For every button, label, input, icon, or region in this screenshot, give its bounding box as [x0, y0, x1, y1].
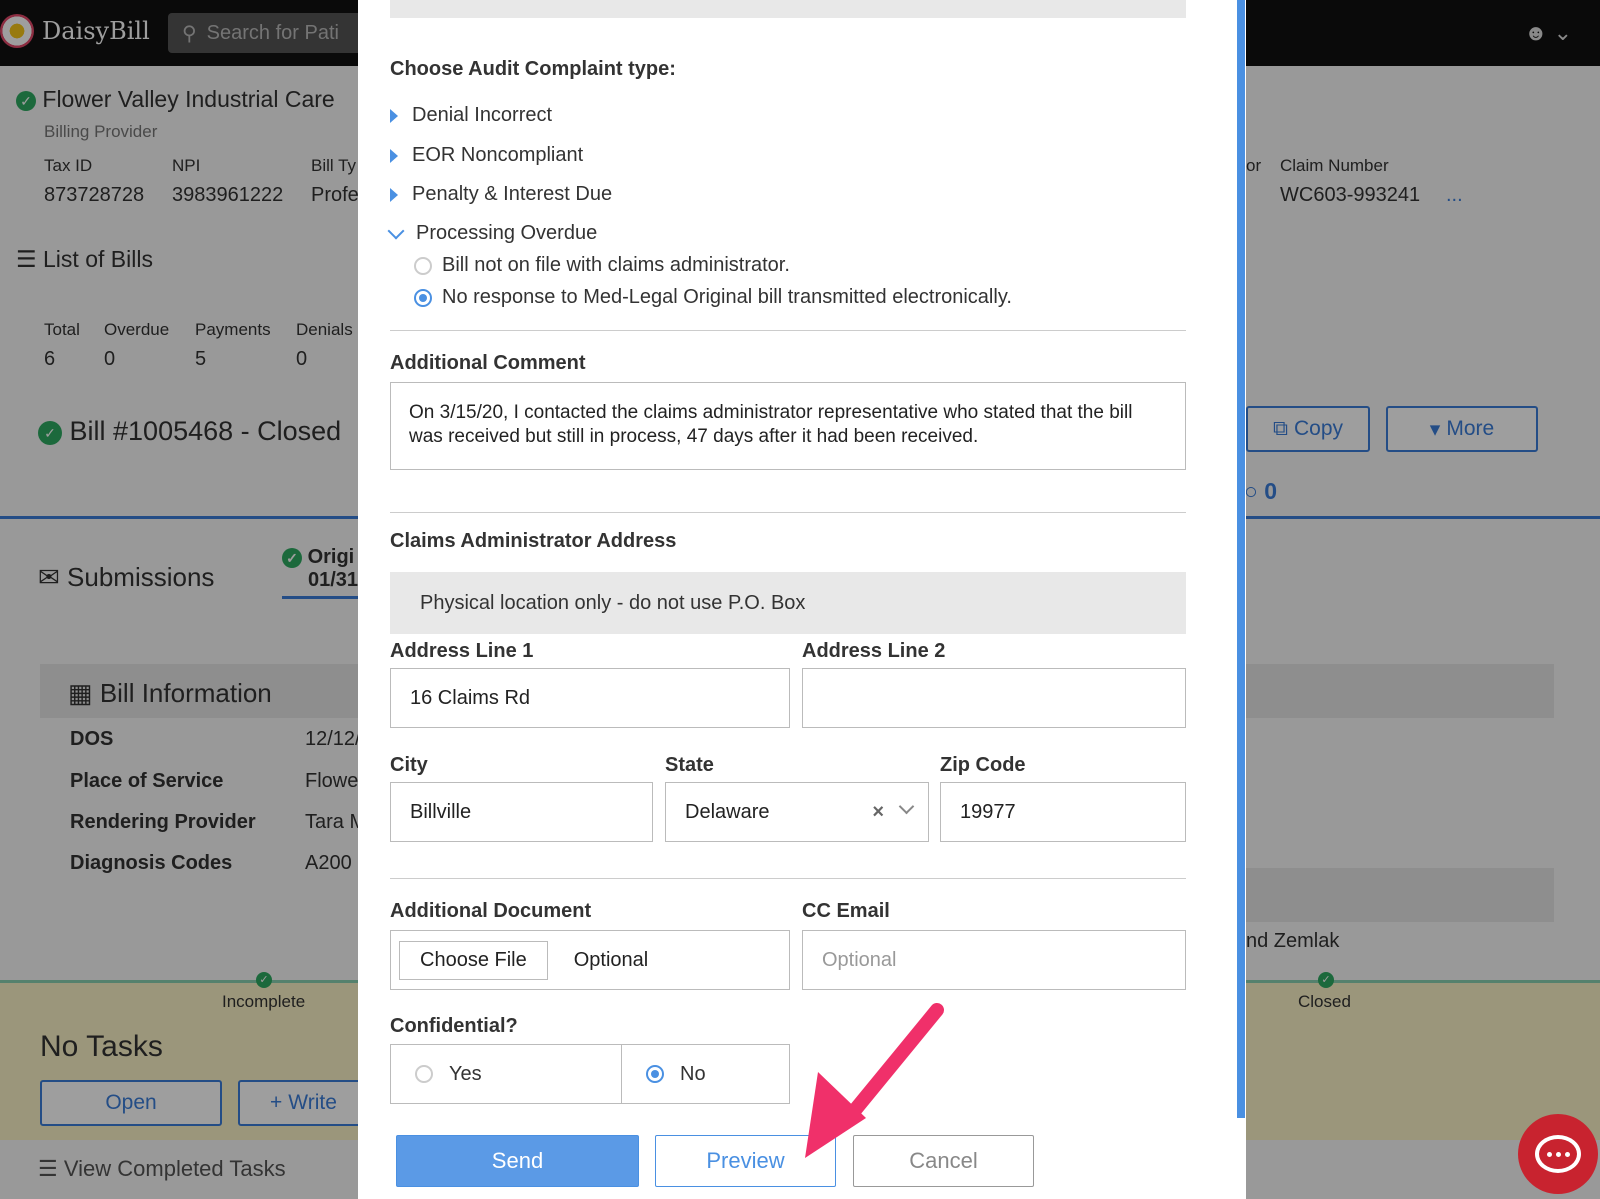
annotation-arrow-icon [805, 1003, 944, 1158]
